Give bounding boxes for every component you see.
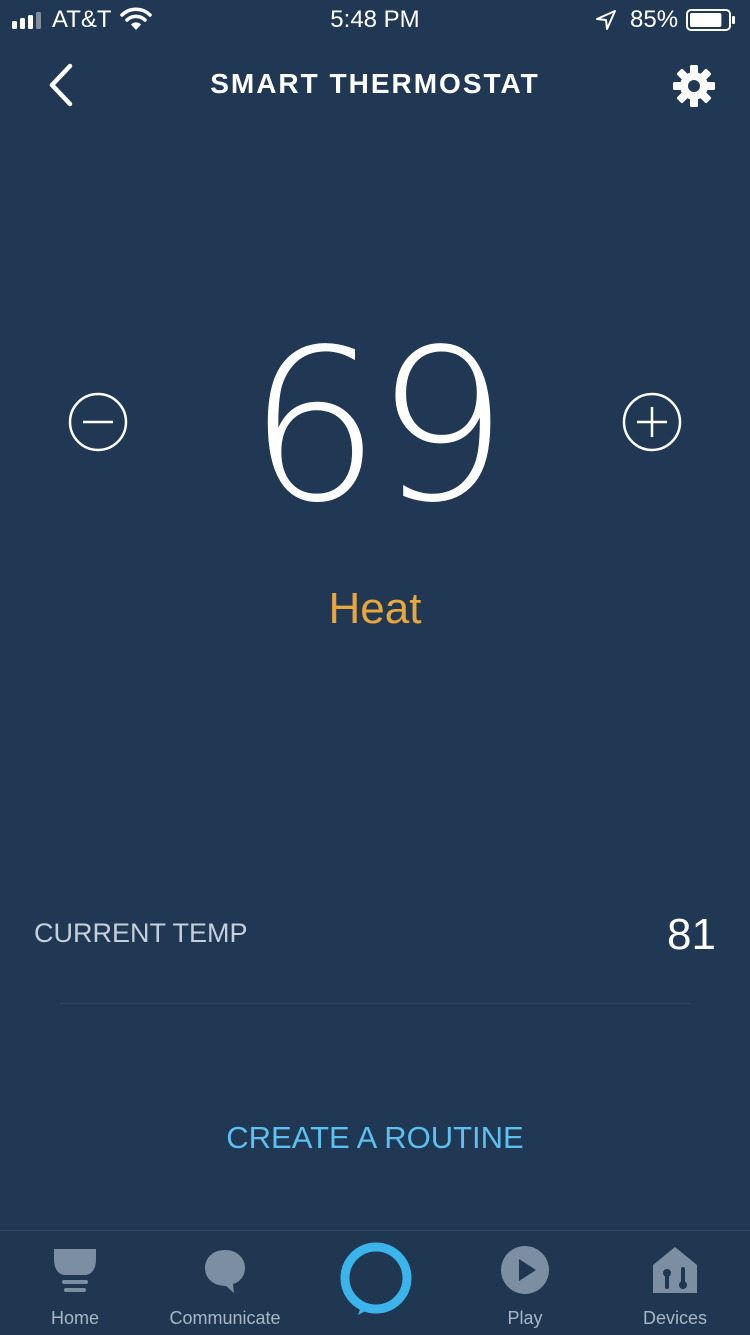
battery-icon <box>686 9 735 31</box>
thermostat-mode[interactable]: Heat <box>0 584 750 634</box>
divider <box>60 1003 690 1004</box>
status-bar: AT&T 5:48 PM 85% <box>0 0 750 40</box>
tab-communicate-label: Communicate <box>169 1308 281 1328</box>
increase-temp-button[interactable] <box>620 390 684 454</box>
tab-communicate[interactable]: Communicate <box>150 1231 300 1335</box>
location-arrow-icon <box>596 10 616 30</box>
chat-bubble-icon <box>205 1250 245 1293</box>
tab-play-label: Play <box>507 1308 543 1328</box>
tab-home[interactable]: Home <box>0 1231 150 1335</box>
create-routine-link[interactable]: CREATE A ROUTINE <box>0 1120 750 1156</box>
current-temp-label: CURRENT TEMP <box>34 918 248 948</box>
battery-percentage: 85% <box>630 6 679 33</box>
tab-devices[interactable]: Devices <box>600 1231 750 1335</box>
tab-home-label: Home <box>50 1308 99 1328</box>
tab-play[interactable]: Play <box>450 1231 600 1335</box>
current-temp-row: CURRENT TEMP 81 <box>34 910 716 960</box>
alexa-ring-icon[interactable] <box>338 1242 414 1318</box>
tab-devices-label: Devices <box>642 1308 708 1328</box>
home-icon <box>54 1249 96 1292</box>
nav-header: SMART THERMOSTAT <box>0 40 750 130</box>
current-temp-value: 81 <box>667 910 716 959</box>
gear-icon[interactable] <box>670 62 718 110</box>
devices-icon <box>653 1247 697 1293</box>
play-icon <box>501 1246 549 1294</box>
page-title: SMART THERMOSTAT <box>210 68 540 99</box>
